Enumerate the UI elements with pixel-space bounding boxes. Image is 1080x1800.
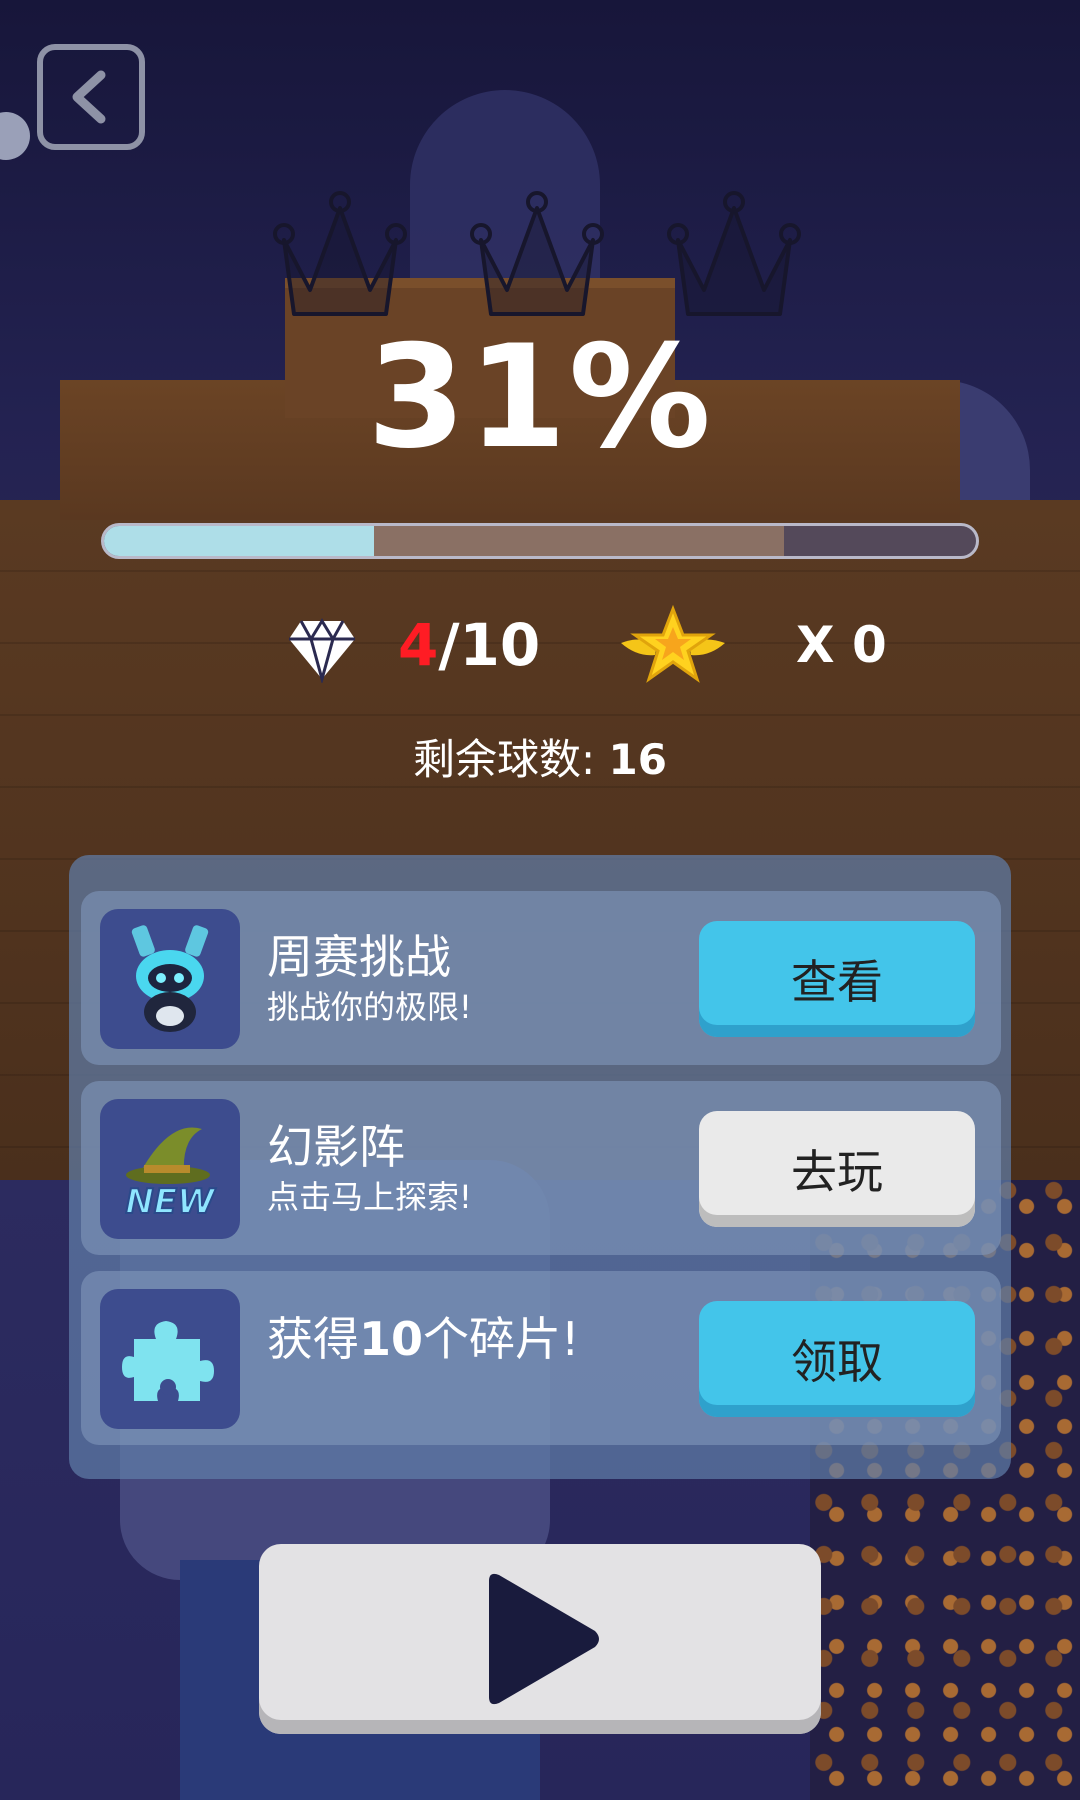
claim-button[interactable]: 领取 — [699, 1301, 975, 1417]
crown-icon — [273, 191, 407, 316]
crown-icon — [470, 191, 604, 316]
mission-title-suffix: 个碎片! — [423, 1312, 580, 1366]
mission-title: 周赛挑战 — [267, 930, 451, 984]
gems-collected: 4 — [398, 611, 439, 679]
back-arrow-icon — [72, 70, 106, 124]
missions-panel: 周赛挑战 挑战你的极限! 查看 NEW 幻影阵 点击马上探索! 去玩 获得10个… — [69, 855, 1011, 1479]
mission-card-weekly: 周赛挑战 挑战你的极限! 查看 — [81, 891, 1001, 1065]
play-icon — [489, 1573, 599, 1705]
gem-counter: 4/10 — [398, 605, 540, 685]
view-button[interactable]: 查看 — [699, 921, 975, 1037]
progress-bar — [101, 523, 979, 559]
back-button[interactable] — [37, 44, 145, 150]
level-progress-percent: 31% — [367, 315, 713, 480]
robot-icon-art — [131, 925, 209, 1032]
mission-title-prefix: 获得 — [267, 1312, 359, 1366]
diamond-icon — [289, 618, 355, 683]
progress-best-marker — [374, 526, 785, 556]
wizard-hat-new-icon: NEW — [100, 1099, 240, 1239]
progress-fill — [104, 526, 375, 556]
mission-title: 获得10个碎片! — [267, 1311, 579, 1367]
crown-rating — [270, 190, 810, 320]
puzzle-art — [122, 1321, 214, 1401]
collectibles-row: 4/10 X 0 — [0, 600, 1080, 690]
remaining-balls-count: 16 — [608, 735, 667, 784]
wizard-hat-art: NEW — [124, 1127, 217, 1223]
play-mode-button[interactable]: 去玩 — [699, 1111, 975, 1227]
remaining-balls-label: 剩余球数: — [413, 735, 609, 784]
crown-icon — [667, 191, 801, 316]
puzzle-piece-icon — [100, 1289, 240, 1429]
new-badge: NEW — [125, 1182, 216, 1222]
mission-title-number: 10 — [359, 1312, 424, 1366]
mission-subtitle: 挑战你的极限! — [267, 988, 472, 1026]
play-button[interactable] — [259, 1544, 821, 1734]
gems-total: /10 — [438, 611, 541, 679]
mission-subtitle: 点击马上探索! — [267, 1178, 472, 1216]
star-counter: X 0 — [796, 616, 887, 674]
mission-title: 幻影阵 — [267, 1120, 405, 1174]
winged-star-icon — [621, 605, 725, 683]
remaining-balls: 剩余球数: 16 — [0, 730, 1080, 790]
robot-character-icon — [100, 909, 240, 1049]
mission-card-fragments: 获得10个碎片! 领取 — [81, 1271, 1001, 1445]
mission-card-phantom: NEW 幻影阵 点击马上探索! 去玩 — [81, 1081, 1001, 1255]
